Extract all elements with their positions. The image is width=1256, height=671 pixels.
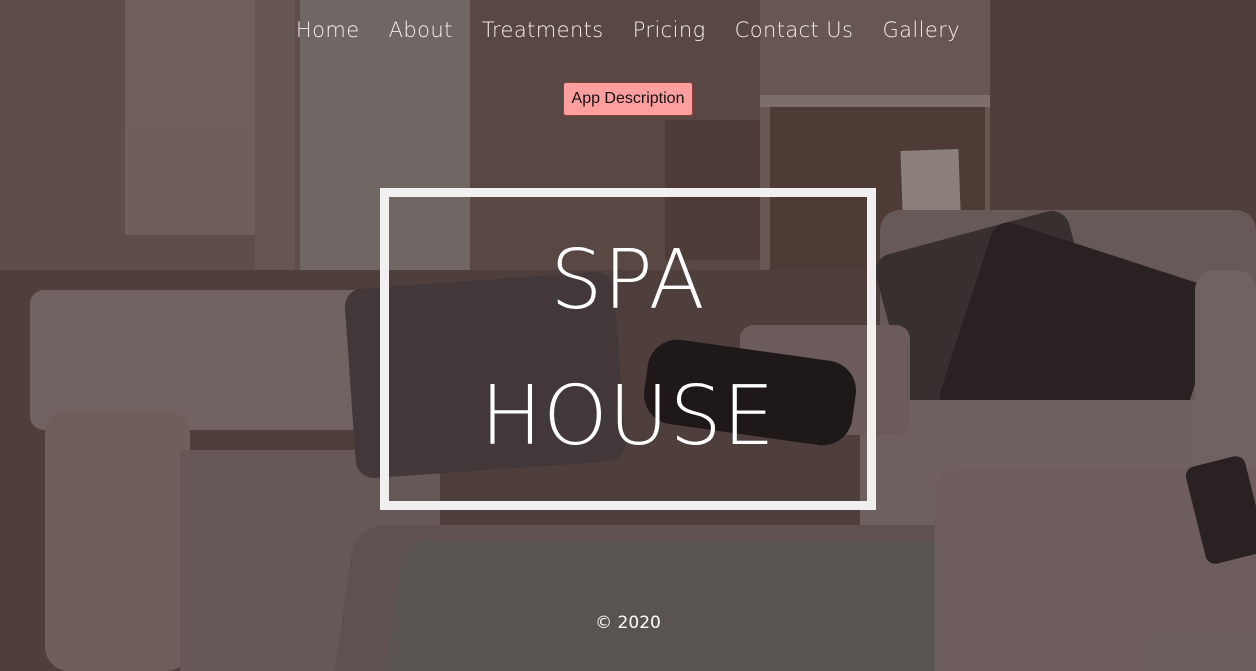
hero-title-line-2: HOUSE bbox=[480, 369, 776, 464]
nav-item-treatments[interactable]: Treatments bbox=[482, 18, 604, 42]
footer-copyright: © 2020 bbox=[595, 613, 661, 633]
nav-item-home[interactable]: Home bbox=[296, 18, 360, 42]
nav-item-gallery[interactable]: Gallery bbox=[882, 18, 960, 42]
nav-item-contact-us[interactable]: Contact Us bbox=[735, 18, 854, 42]
hero-title-frame: SPA HOUSE bbox=[380, 188, 876, 510]
nav-item-pricing[interactable]: Pricing bbox=[633, 18, 706, 42]
hero-title-line-1: SPA bbox=[550, 233, 706, 328]
app-description-button[interactable]: App Description bbox=[563, 82, 693, 116]
main-nav: Home About Treatments Pricing Contact Us… bbox=[0, 18, 1256, 42]
nav-item-about[interactable]: About bbox=[389, 18, 453, 42]
